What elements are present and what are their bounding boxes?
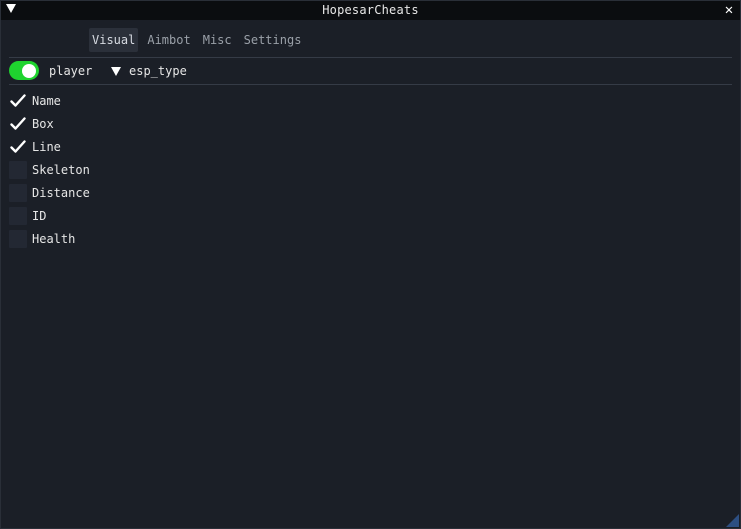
esp-type-label: esp_type [129, 64, 187, 78]
option-id[interactable]: ID [9, 204, 90, 227]
esp-type-dropdown[interactable]: esp_type [111, 62, 187, 80]
option-box[interactable]: Box [9, 112, 90, 135]
option-label: Distance [32, 185, 90, 200]
tab-bar: Visual Aimbot Misc Settings [89, 28, 304, 52]
tab-aimbot[interactable]: Aimbot [144, 28, 193, 52]
checkbox-id[interactable] [9, 206, 27, 225]
options-divider [9, 84, 732, 85]
close-icon[interactable]: ✕ [722, 2, 736, 18]
option-name[interactable]: Name [9, 89, 90, 112]
tab-visual[interactable]: Visual [89, 28, 139, 52]
esp-enable-toggle[interactable] [9, 61, 39, 80]
cheat-menu-window: HopesarCheats ✕ Visual Aimbot Misc Setti… [0, 0, 741, 529]
checkmark-icon [10, 93, 26, 107]
tab-divider [9, 57, 732, 58]
option-distance[interactable]: Distance [9, 181, 90, 204]
option-label: Box [32, 116, 54, 131]
window-title: HopesarCheats [322, 3, 419, 17]
option-line[interactable]: Line [9, 135, 90, 158]
dropdown-arrow-icon[interactable] [111, 66, 121, 76]
resize-grip-icon[interactable] [726, 514, 739, 527]
tab-settings[interactable]: Settings [241, 28, 305, 52]
tab-misc[interactable]: Misc [200, 28, 235, 52]
checkmark-icon [10, 139, 26, 153]
option-health[interactable]: Health [9, 227, 90, 250]
option-skeleton[interactable]: Skeleton [9, 158, 90, 181]
checkbox-box[interactable] [9, 115, 27, 133]
option-label: Name [32, 93, 61, 108]
checkmark-icon [10, 116, 26, 130]
checkbox-health[interactable] [9, 229, 27, 248]
player-label: player [49, 64, 93, 78]
checkbox-name[interactable] [9, 92, 27, 110]
title-bar[interactable]: HopesarCheats ✕ [1, 1, 740, 20]
checkbox-distance[interactable] [9, 183, 27, 202]
option-label: ID [32, 208, 47, 223]
esp-options-list: Name Box Line Skeleton Distance ID Healt… [9, 89, 90, 250]
checkbox-skeleton[interactable] [9, 160, 27, 179]
option-label: Health [32, 231, 76, 246]
checkbox-line[interactable] [9, 138, 27, 156]
option-label: Line [32, 139, 61, 154]
option-label: Skeleton [32, 162, 90, 177]
toggle-knob [22, 63, 36, 78]
